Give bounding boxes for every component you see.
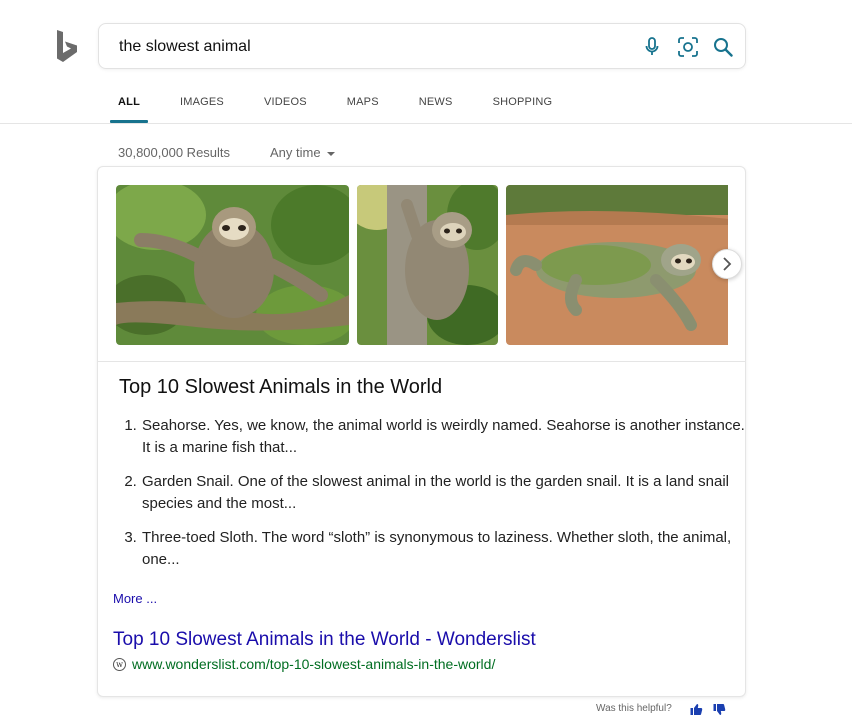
results-count: 30,800,000 Results [118, 145, 231, 160]
thumbs-down-icon[interactable] [713, 703, 726, 716]
carousel-next-button[interactable] [712, 249, 742, 279]
wonderslist-favicon-icon: w [113, 657, 126, 671]
list-item: Seahorse. Yes, we know, the animal world… [141, 415, 745, 459]
time-filter-label: Any time [270, 145, 321, 160]
list-item: Garden Snail. One of the slowest animal … [141, 471, 745, 515]
list-item: Three-toed Sloth. The word “sloth” is sy… [141, 527, 745, 571]
tab-images[interactable]: IMAGES [180, 90, 224, 116]
card-divider [98, 361, 745, 362]
visual-search-icon[interactable] [678, 37, 698, 57]
search-input[interactable]: the slowest animal [119, 38, 251, 56]
answer-title: Top 10 Slowest Animals in the World [119, 376, 443, 398]
image-thumbnail[interactable] [506, 185, 728, 345]
source-url-text: www.wonderslist.com/top-10-slowest-anima… [132, 656, 496, 672]
answer-list: Seahorse. Yes, we know, the animal world… [121, 415, 745, 583]
answer-card: Top 10 Slowest Animals in the World Seah… [97, 166, 746, 697]
time-filter-dropdown[interactable]: Any time [270, 145, 335, 160]
image-thumbnail[interactable] [357, 185, 498, 345]
source-url-link[interactable]: w www.wonderslist.com/top-10-slowest-ani… [113, 656, 495, 672]
image-carousel [116, 185, 728, 345]
image-thumbnail[interactable] [116, 185, 349, 345]
search-tabs: ALL IMAGES VIDEOS MAPS NEWS SHOPPING [110, 90, 592, 124]
tab-shopping[interactable]: SHOPPING [493, 90, 553, 116]
tab-maps[interactable]: MAPS [347, 90, 379, 116]
search-icon[interactable] [713, 37, 733, 57]
tab-videos[interactable]: VIDEOS [264, 90, 307, 116]
source-title-link[interactable]: Top 10 Slowest Animals in the World - Wo… [113, 629, 536, 651]
tab-all[interactable]: ALL [110, 90, 148, 123]
more-link[interactable]: More ... [113, 591, 157, 606]
microphone-icon[interactable] [642, 37, 662, 57]
chevron-right-icon [723, 257, 732, 271]
feedback-label: Was this helpful? [596, 703, 672, 714]
thumbs-up-icon[interactable] [690, 703, 703, 716]
tab-news[interactable]: NEWS [419, 90, 453, 116]
search-box[interactable]: the slowest animal [98, 23, 746, 69]
bing-logo-icon[interactable] [55, 30, 79, 64]
header-divider [0, 123, 852, 124]
bing-results-page: the slowest animal ALL IMAGES VIDEOS MAP… [0, 0, 852, 722]
caret-down-icon [326, 151, 335, 156]
